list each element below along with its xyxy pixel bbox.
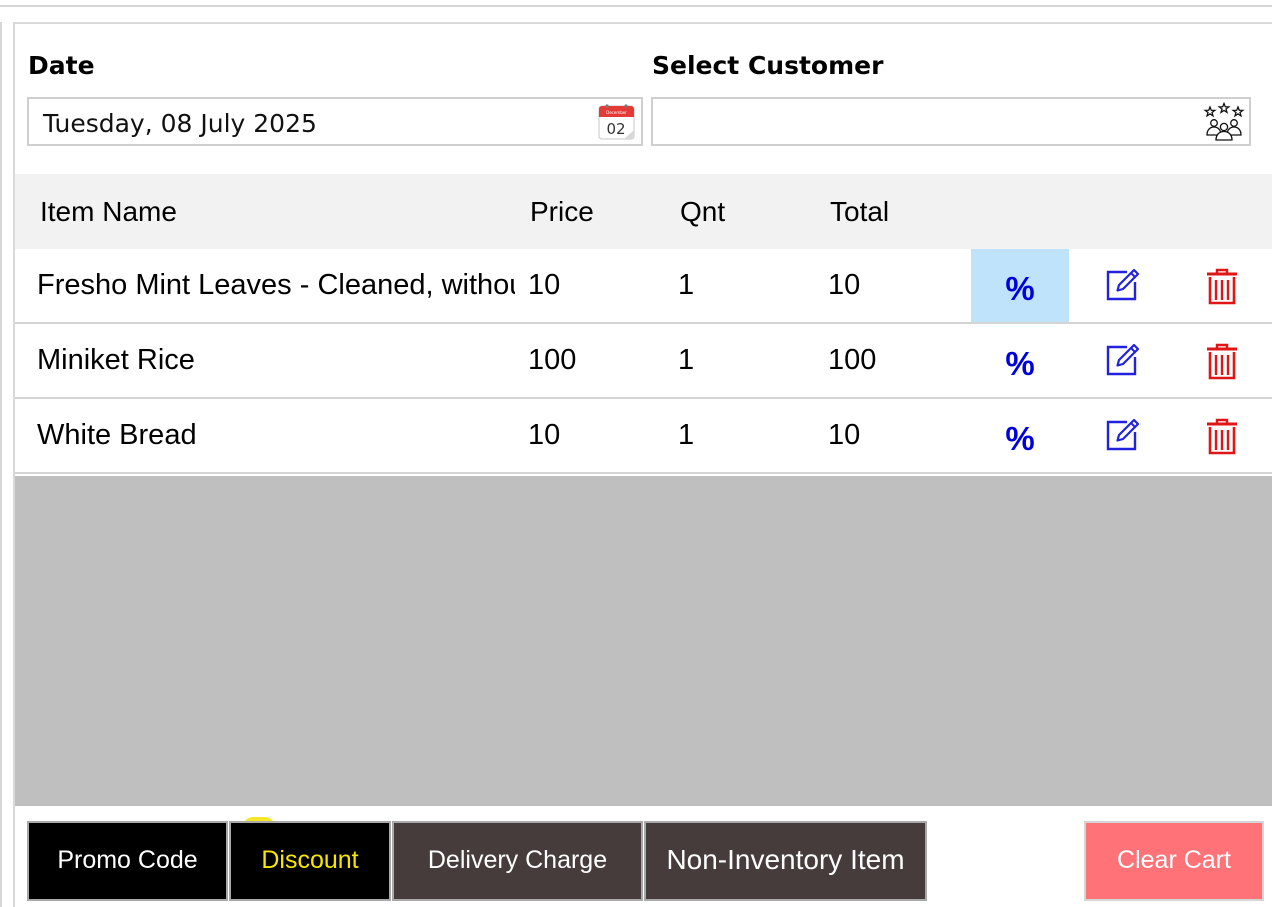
- calendar-day-text: 02: [606, 120, 625, 138]
- item-discount-button[interactable]: %: [971, 249, 1069, 322]
- date-field[interactable]: Tuesday, 08 July 2025 December 02: [27, 97, 643, 146]
- discount-button[interactable]: Discount: [229, 821, 391, 901]
- cart-table: Item Name Price Qnt Total Fresho Mint Le…: [15, 174, 1272, 474]
- item-name: White Bread: [37, 419, 197, 451]
- item-price: 100: [528, 344, 577, 376]
- item-discount-button[interactable]: %: [971, 399, 1069, 472]
- order-panel: Date Select Customer Tuesday, 08 July 20…: [13, 22, 1272, 907]
- customer-select-field[interactable]: [651, 97, 1251, 146]
- table-row: Fresho Mint Leaves - Cleaned, without Ro…: [15, 249, 1272, 324]
- non-inventory-item-button[interactable]: Non-Inventory Item: [644, 821, 927, 901]
- item-qnt: 1: [678, 344, 695, 376]
- delivery-charge-button[interactable]: Delivery Charge: [392, 821, 643, 901]
- trash-icon[interactable]: [1206, 343, 1238, 381]
- table-row: White Bread 10 1 10 %: [15, 399, 1272, 474]
- item-price: 10: [528, 419, 561, 451]
- edit-icon[interactable]: [1105, 268, 1139, 302]
- date-label: Date: [28, 51, 95, 80]
- item-total: 100: [828, 344, 877, 376]
- item-price: 10: [528, 269, 561, 301]
- customer-label: Select Customer: [652, 51, 884, 80]
- trash-icon[interactable]: [1206, 418, 1238, 456]
- clear-cart-button[interactable]: Clear Cart: [1084, 821, 1264, 901]
- item-total: 10: [828, 269, 861, 301]
- item-discount-button[interactable]: %: [971, 324, 1069, 397]
- edit-icon[interactable]: [1105, 343, 1139, 377]
- header-price: Price: [530, 196, 594, 227]
- trash-icon[interactable]: [1206, 268, 1238, 306]
- item-total: 10: [828, 419, 861, 451]
- top-divider: [0, 5, 1272, 7]
- item-name: Fresho Mint Leaves - Cleaned, without Ro…: [37, 269, 515, 301]
- table-row: Miniket Rice 100 1 100 %: [15, 324, 1272, 399]
- cart-empty-area: [15, 476, 1272, 806]
- header-total: Total: [830, 196, 890, 227]
- left-divider: [0, 22, 2, 907]
- item-qnt: 1: [678, 269, 695, 301]
- promo-code-button[interactable]: Promo Code: [27, 821, 228, 901]
- calendar-icon[interactable]: December 02: [598, 103, 635, 141]
- header-item-name: Item Name: [40, 196, 177, 227]
- date-value: Tuesday, 08 July 2025: [43, 109, 317, 138]
- customer-group-icon[interactable]: [1203, 102, 1245, 142]
- item-name: Miniket Rice: [37, 344, 195, 376]
- table-header: Item Name Price Qnt Total: [15, 174, 1272, 249]
- edit-icon[interactable]: [1105, 418, 1139, 452]
- calendar-month-text: December: [606, 110, 627, 115]
- item-qnt: 1: [678, 419, 695, 451]
- header-qnt: Qnt: [680, 196, 726, 227]
